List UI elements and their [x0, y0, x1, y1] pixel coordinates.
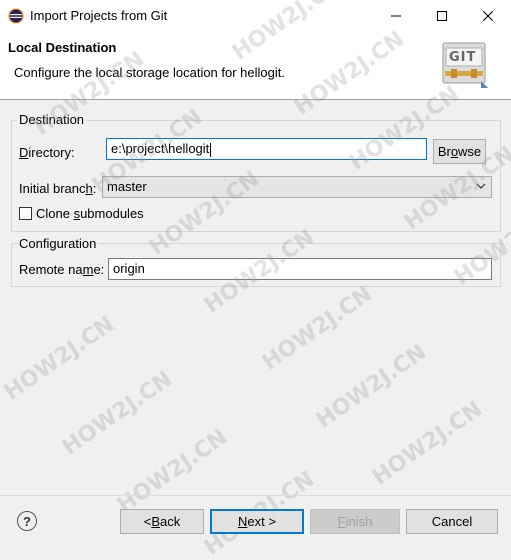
- watermark: HOW2J.CN: [0, 311, 120, 406]
- git-logo-text: GIT: [449, 50, 477, 65]
- directory-field[interactable]: e:\project\hellogit: [106, 138, 427, 160]
- window-title: Import Projects from Git: [30, 8, 168, 23]
- configuration-group-title: Configuration: [17, 236, 99, 251]
- help-button[interactable]: ?: [17, 511, 37, 531]
- page-title: Local Destination: [8, 40, 117, 55]
- initial-branch-select[interactable]: master: [102, 176, 492, 198]
- maximize-icon: [437, 10, 447, 21]
- title-bar: Import Projects from Git: [0, 0, 511, 32]
- back-button[interactable]: < Back: [120, 509, 204, 534]
- browse-button[interactable]: Br o wse: [433, 139, 486, 164]
- watermark: HOW2J.CN: [258, 281, 378, 376]
- wizard-header: Local Destination Configure the local st…: [0, 31, 511, 100]
- watermark: HOW2J.CN: [113, 424, 233, 519]
- help-icon: ?: [23, 513, 31, 529]
- watermark: HOW2J.CN: [312, 339, 432, 434]
- finish-button[interactable]: Finish: [310, 509, 400, 534]
- close-button[interactable]: [465, 0, 511, 31]
- chevron-down-icon: [476, 183, 486, 189]
- eclipse-icon: [8, 8, 24, 24]
- clone-submodules-checkbox[interactable]: [19, 207, 32, 220]
- git-logo: GIT: [441, 41, 489, 89]
- directory-label: Directory:: [19, 145, 75, 160]
- watermark: HOW2J.CN: [368, 396, 488, 491]
- next-button[interactable]: Next >: [210, 509, 304, 534]
- close-icon: [483, 10, 493, 21]
- remote-name-label: Remote name:: [19, 262, 105, 277]
- minimize-button[interactable]: [373, 0, 419, 31]
- maximize-button[interactable]: [419, 0, 465, 31]
- footer-divider: [0, 495, 511, 496]
- minimize-icon: [391, 15, 401, 16]
- watermark: HOW2J.CN: [58, 366, 178, 461]
- clone-submodules-label[interactable]: Clone submodules: [36, 206, 144, 221]
- page-description: Configure the local storage location for…: [14, 65, 285, 80]
- cancel-button[interactable]: Cancel: [406, 509, 498, 534]
- initial-branch-label: Initial branch:: [19, 181, 97, 196]
- destination-group-title: Destination: [17, 112, 87, 127]
- remote-name-field[interactable]: origin: [108, 258, 492, 280]
